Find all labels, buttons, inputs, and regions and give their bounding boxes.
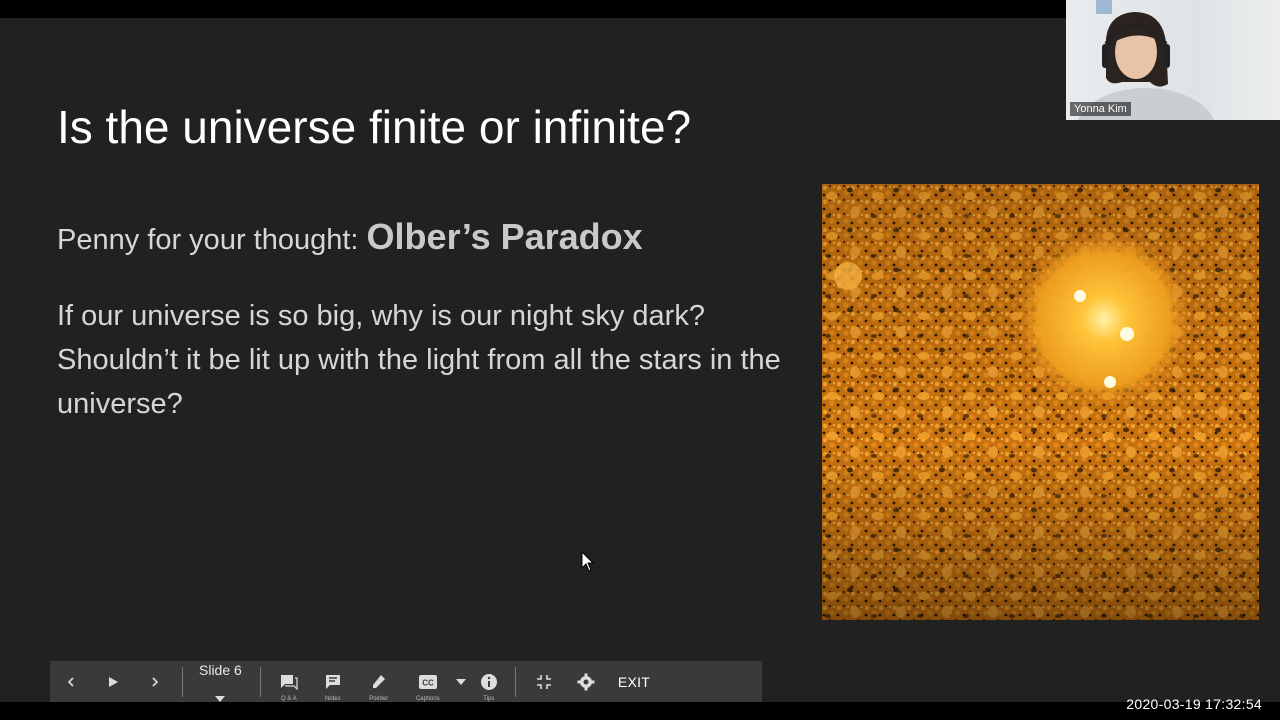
- pointer-button[interactable]: Pointer: [355, 661, 403, 702]
- toolbar-divider: [514, 666, 516, 697]
- chevron-left-icon: [67, 676, 74, 687]
- svg-text:CC: CC: [422, 678, 434, 687]
- slide-title: Is the universe finite or infinite?: [57, 101, 692, 153]
- slide-subtitle: Penny for your thought: Olber’s Paradox: [57, 216, 643, 258]
- closed-captions-icon: CC: [418, 674, 437, 689]
- slide-selector-dropdown[interactable]: Slide 6: [189, 661, 254, 702]
- caret-down-icon: [215, 695, 226, 702]
- fullscreen-exit-icon: [536, 674, 551, 689]
- recording-timestamp: 2020-03-19 17:32:54: [1126, 696, 1262, 712]
- notes-button[interactable]: Notes: [311, 661, 355, 702]
- play-icon: [109, 676, 118, 687]
- info-icon: [480, 673, 497, 690]
- play-button[interactable]: [92, 661, 134, 702]
- next-slide-button[interactable]: [134, 661, 176, 702]
- toolbar-divider: [182, 666, 183, 697]
- tips-button[interactable]: Tips: [469, 661, 509, 702]
- tips-label: Tips: [483, 696, 495, 702]
- laser-pointer-icon: [372, 674, 385, 688]
- slide-body-text: If our universe is so big, why is our ni…: [57, 300, 781, 420]
- captions-label: Captions: [415, 696, 440, 702]
- qa-label: Q & A: [280, 696, 297, 702]
- previous-slide-button[interactable]: [50, 661, 92, 702]
- participant-video-tile[interactable]: Yonna Kim: [1066, 0, 1280, 120]
- settings-button[interactable]: [566, 661, 606, 702]
- toolbar-divider: [259, 666, 261, 697]
- notes-label: Notes: [324, 696, 341, 702]
- exit-presentation-button[interactable]: EXIT: [606, 661, 668, 702]
- penny-prefix: Penny for your thought:: [57, 224, 359, 256]
- captions-options-dropdown[interactable]: [453, 661, 469, 702]
- chevron-right-icon: [152, 676, 159, 687]
- current-slide-label: Slide 6: [199, 661, 242, 678]
- sun-star-image: [822, 184, 1259, 620]
- qa-button[interactable]: Q & A: [267, 661, 311, 702]
- paradox-name: Olber’s Paradox: [366, 216, 643, 257]
- mouse-cursor-icon: [581, 551, 595, 572]
- participant-name: Yonna Kim: [1070, 102, 1131, 116]
- presentation-toolbar: Slide 6 Q & A Notes Pointer CC Captions …: [50, 661, 762, 702]
- notes-icon: [325, 674, 340, 689]
- sun-star-illustration: [822, 184, 1259, 620]
- captions-button[interactable]: CC Captions: [403, 661, 453, 702]
- pointer-label: Pointer: [369, 696, 389, 702]
- exit-fullscreen-button[interactable]: [522, 661, 566, 702]
- caret-down-icon: [455, 678, 466, 685]
- chat-icon: [280, 674, 298, 690]
- gear-icon: [577, 673, 595, 690]
